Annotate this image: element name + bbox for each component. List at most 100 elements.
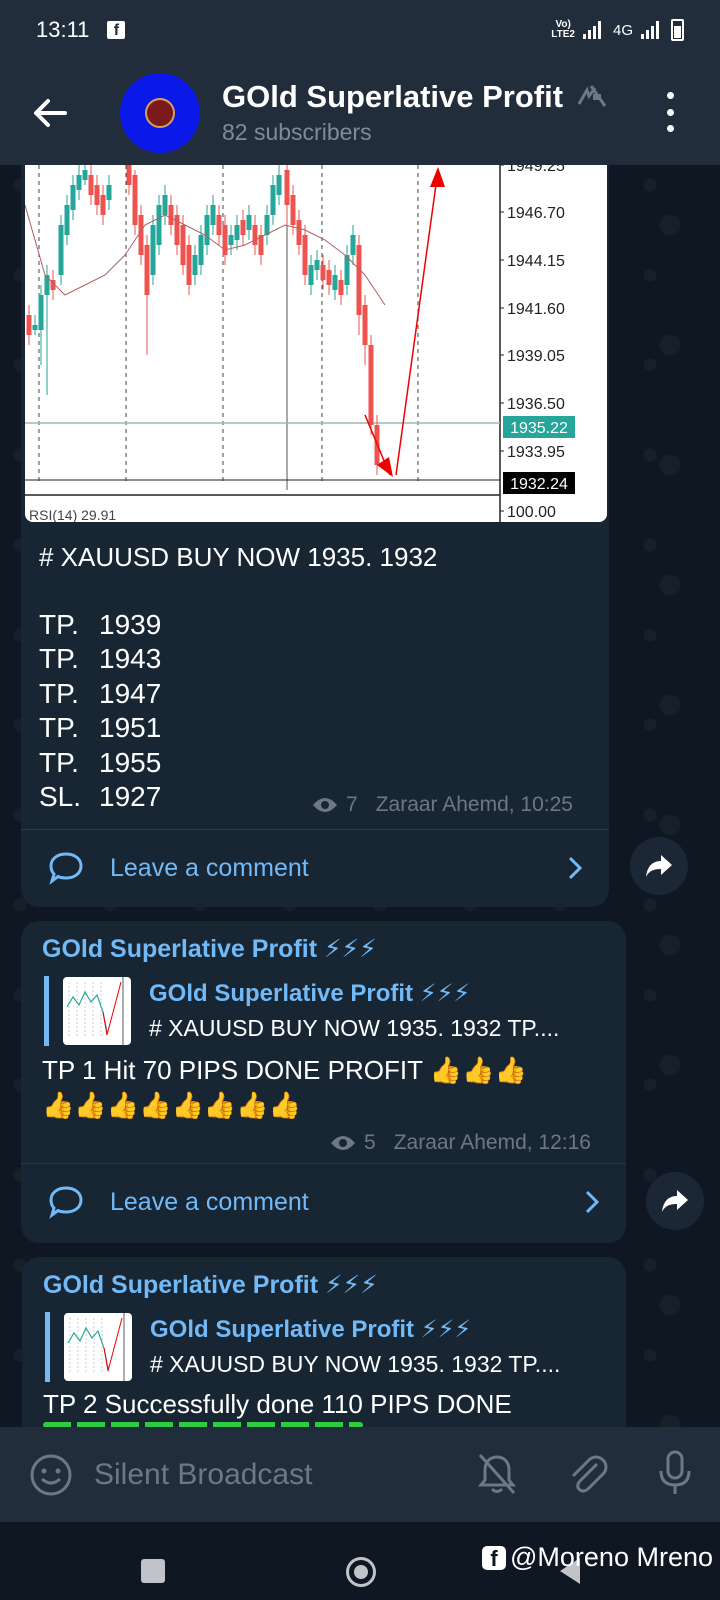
post2-reply-preview[interactable]: GOld Superlative Profit ⚡⚡⚡ # XAUUSD BUY… [44,976,614,1046]
reply-thumbnail [63,977,131,1045]
candle-body [38,295,44,330]
recents-button[interactable] [141,1559,165,1583]
post2-comment-button[interactable]: Leave a comment [48,1182,600,1222]
candle-body [326,270,332,285]
microphone-icon[interactable] [657,1449,693,1497]
silent-broadcast-input[interactable]: Silent Broadcast [94,1458,312,1492]
home-button[interactable] [346,1557,376,1587]
candle-body [362,305,368,345]
candle-body [356,245,362,315]
views-icon [313,798,337,812]
candle-body [368,345,374,425]
candle-body [204,215,210,245]
facebook-notification-icon: f [107,21,126,39]
channel-title-text: GOld Superlative Profit [222,79,564,114]
price-label: 1944.15 [507,253,565,270]
signal-icon [582,21,605,39]
candle-body [126,165,132,185]
candle-body [228,235,234,245]
share-button[interactable] [630,837,688,895]
target-value: 1927 [99,781,162,813]
chevron-right-icon [585,1190,600,1214]
target-label: TP. [39,609,79,640]
indicator-label: RSI(14) 29.91 [29,507,116,522]
candle-body [144,245,150,295]
status-time: 13:11 [36,17,90,42]
target-row: SL. 1927 [39,780,161,814]
status-bar: 13:11 f Vo) LTE2 4G [0,0,720,60]
target-row: TP. 1943 [39,642,161,676]
back-button[interactable] [0,63,100,163]
candle-body [186,245,192,285]
target-label: TP. [39,643,79,675]
candle-body [138,215,144,255]
candle-body [192,255,198,275]
candle-body [58,225,64,275]
channel-info[interactable]: GOld Superlative Profit 82 subscribers [222,79,609,146]
post1-divider [21,829,609,830]
watermark-text: @Moreno Mreno [510,1542,713,1572]
share-arrow-icon [646,855,672,877]
candle-body [76,175,82,190]
reply-text: # XAUUSD BUY NOW 1935. 1932 TP.... [150,1351,561,1377]
back-arrow-icon [34,98,67,127]
battery-icon [671,19,684,41]
volte-icon: Vo) LTE2 [551,19,575,40]
watermark: f @Moreno Mreno [482,1542,713,1573]
target-list: TP. 1939 TP. 1943 TP. 1947 TP. 1951 TP. 1955 SL. 19… [39,608,161,814]
comment-icon [49,852,83,885]
post2-text-line2: 👍👍👍👍👍👍👍👍 [42,1090,301,1120]
views-icon [331,1136,355,1150]
target-label: TP. [39,746,79,778]
post3-sender[interactable]: GOld Superlative Profit ⚡⚡⚡ [43,1270,378,1300]
attach-icon[interactable] [566,1451,608,1497]
target-label: SL. [39,781,82,813]
candle-body [240,220,246,235]
avatar-logo [145,97,175,128]
more-options-button[interactable] [660,92,680,132]
candle-body [162,195,168,215]
post2-divider [21,1163,626,1164]
price-label: 1941.60 [507,301,565,318]
target-label: TP. [39,677,79,709]
share-button[interactable] [646,1172,704,1230]
candle-body [296,220,302,245]
channel-avatar[interactable] [120,72,200,153]
candle-body [174,215,180,245]
mini-arrow-line [102,981,122,1036]
candle-body [302,235,308,275]
candle-body [64,205,70,235]
share-arrow-icon [662,1190,688,1212]
target-value: 1951 [99,712,162,744]
candlestick-chart: 1949.25 1946.70 1944.15 1941.60 1939.05 1936.… [25,165,575,522]
post2-author-time: Zaraar Ahemd, 12:16 [393,1131,591,1154]
target-value: 1939 [99,609,162,640]
candle-body [270,185,276,215]
target-row: TP. 1955 [39,746,161,780]
candle-body [344,255,350,285]
network-type: 4G [612,21,633,39]
candle-body [88,175,94,195]
emoji-icon[interactable] [28,1452,74,1498]
mini-arrow-line [103,1317,123,1372]
candle-body [276,175,282,195]
post2-sender[interactable]: GOld Superlative Profit ⚡⚡⚡ [42,934,377,964]
post1-comment-button[interactable]: Leave a comment [48,848,583,888]
target-label: TP. [39,712,79,744]
price-label: 1946.70 [507,205,565,222]
post3-text-line1: TP 2 Successfully done 110 PIPS DONE [43,1389,512,1419]
post3-reply-preview[interactable]: GOld Superlative Profit ⚡⚡⚡ # XAUUSD BUY… [45,1312,615,1382]
candle-body [332,275,338,290]
bell-muted-icon[interactable] [476,1451,518,1497]
candle-body [350,235,356,255]
candle-body [290,195,296,225]
price-label: 1949.25 [507,165,565,175]
candle-body [210,205,216,225]
candle-body [252,225,258,245]
candle-body [132,175,138,225]
price-label: 1935.22 [510,420,568,437]
candle-body [106,185,112,200]
chart-image[interactable]: 1949.25 1946.70 1944.15 1941.60 1939.05 1936.… [25,165,607,522]
candle-body [156,205,162,245]
price-label: 1933.95 [507,444,565,461]
